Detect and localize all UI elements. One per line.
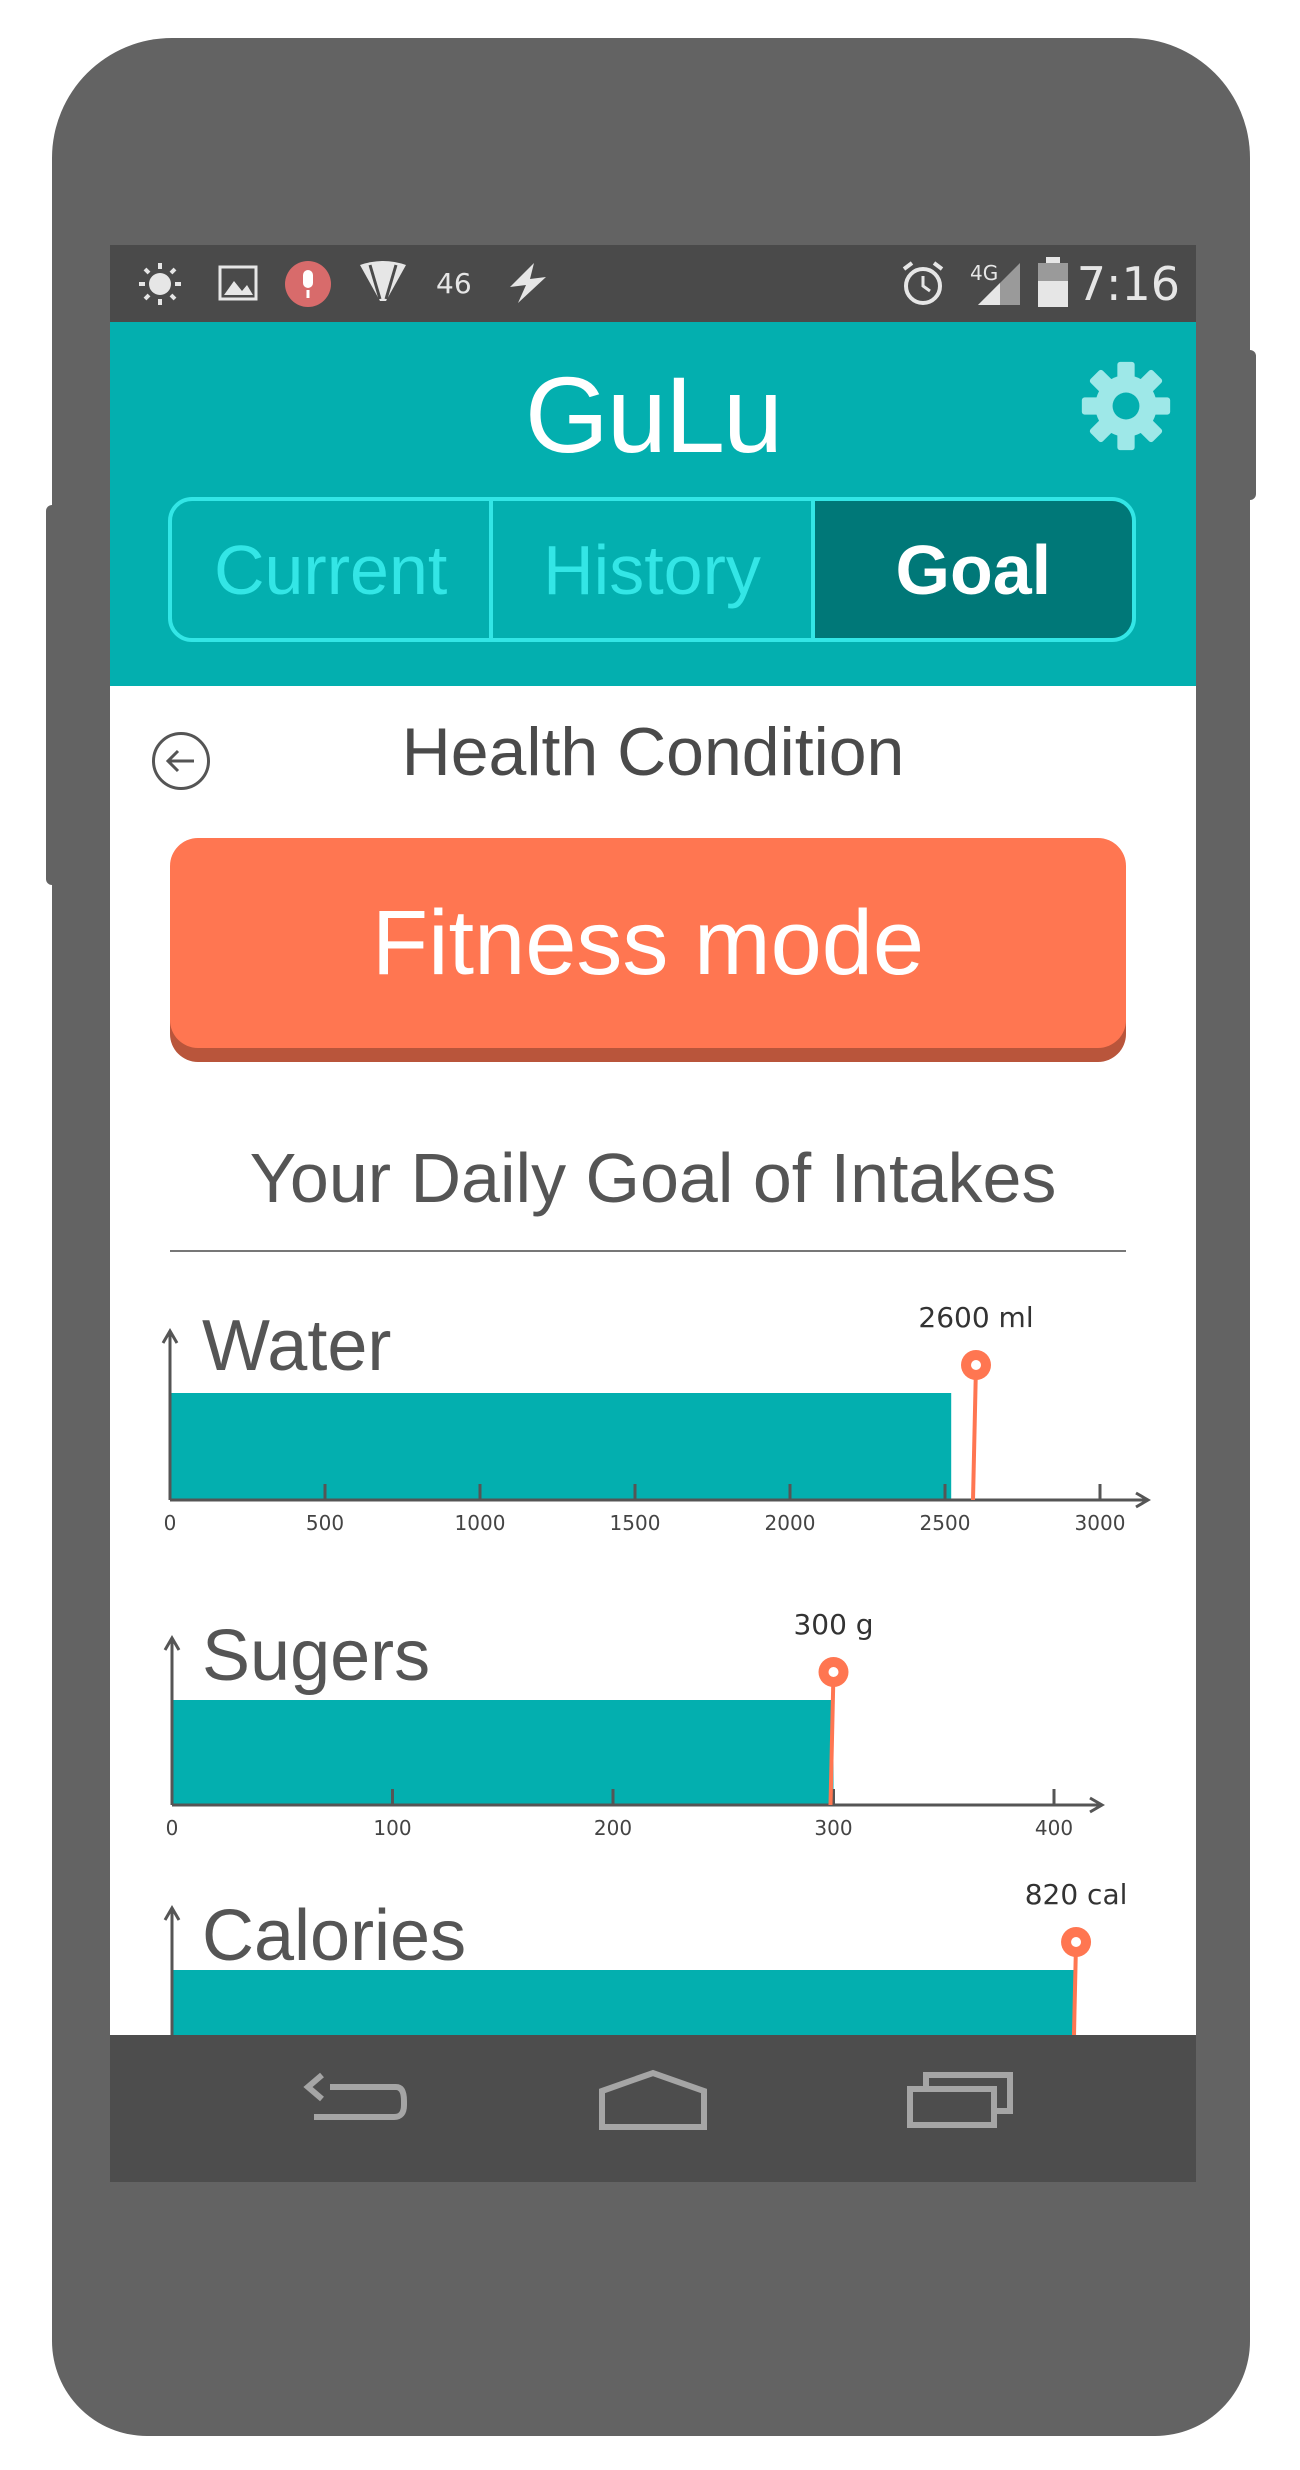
nav-home-button[interactable] (598, 2069, 708, 2139)
tab-current[interactable]: Current (172, 501, 489, 638)
section-title: Your Daily Goal of Intakes (249, 1139, 1057, 1217)
fitness-mode-button[interactable]: Fitness mode (170, 838, 1126, 1048)
navigation-bar (110, 2035, 1196, 2182)
status-bar: 46 4G 7:16 (110, 245, 1196, 322)
tab-bar: Current History Goal (168, 497, 1136, 642)
nav-back-button[interactable] (300, 2065, 410, 2145)
app-title: GuLu (524, 354, 783, 475)
x-tick-label: 200 (594, 1816, 632, 1840)
settings-gear-icon[interactable] (1078, 358, 1174, 454)
x-tick-label: 100 (373, 1816, 411, 1840)
x-tick-label: 1500 (610, 1511, 661, 1535)
alarm-icon (902, 261, 944, 305)
brightness-icon (139, 263, 181, 305)
x-tick-label: 300 (814, 1816, 852, 1840)
wifi-icon (360, 261, 406, 301)
signal-icon (978, 263, 1020, 305)
tab-goal[interactable]: Goal (810, 501, 1132, 638)
sugers-chart: 0 100 200 300 400 300 g (163, 1608, 1105, 1840)
value-bar (172, 1700, 834, 1805)
goal-label: 820 cal (1025, 1878, 1128, 1911)
goal-pin-line (971, 1364, 978, 1501)
nav-recent-apps-button[interactable] (906, 2069, 1016, 2139)
goal-pin-hole (828, 1667, 839, 1677)
battery-icon (1038, 257, 1068, 307)
tab-history[interactable]: History (489, 501, 810, 638)
x-tick-label: 500 (306, 1511, 344, 1535)
x-tick-label: 0 (166, 1816, 179, 1840)
value-bar (170, 1393, 952, 1500)
phone-screen: 46 4G 7:16 GuLu Current History Goal Hea… (110, 245, 1196, 2182)
status-time: 7:16 (1076, 257, 1180, 311)
x-tick-label: 3000 (1075, 1511, 1126, 1535)
x-tick-label: 2500 (920, 1511, 971, 1535)
app-header: GuLu Current History Goal (110, 322, 1196, 686)
network-type-label: 46 (436, 267, 472, 300)
goal-label: 300 g (793, 1608, 873, 1641)
page-title: Health Condition (401, 714, 905, 790)
section-divider (170, 1250, 1126, 1252)
image-icon (218, 265, 258, 301)
microphone-icon (285, 261, 331, 307)
x-tick-label: 1000 (455, 1511, 506, 1535)
goal-pin-hole (1071, 1937, 1082, 1947)
water-chart: 0 500 1000 1500 2000 2500 3000 2600 ml (161, 1301, 1151, 1535)
goal-pin-hole (971, 1360, 981, 1370)
x-tick-label: 2000 (765, 1511, 816, 1535)
x-tick-label: 0 (164, 1511, 177, 1535)
x-tick-label: 400 (1035, 1816, 1073, 1840)
lightning-icon (510, 263, 546, 303)
goal-label: 2600 ml (918, 1301, 1033, 1334)
